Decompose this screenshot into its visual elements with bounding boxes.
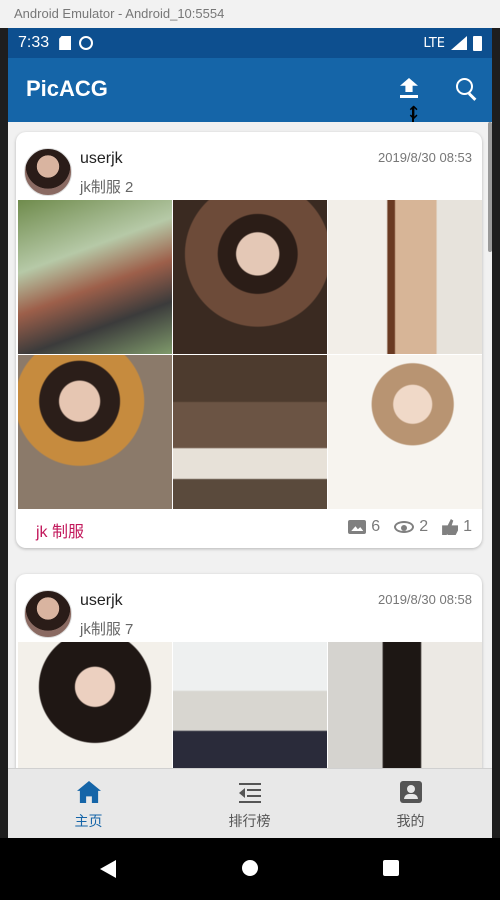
emulator-window-title: Android Emulator - Android_10:5554 xyxy=(0,0,500,28)
post-stats: 6 2 1 xyxy=(348,518,472,536)
sync-icon xyxy=(79,36,94,50)
nav-label: 我的 xyxy=(396,814,425,830)
editor-background-left xyxy=(0,28,8,838)
post-username[interactable]: userjk xyxy=(80,150,123,168)
feed-scrollbar[interactable] xyxy=(488,122,492,252)
post-footer: jk 制服 6 2 1 xyxy=(16,510,482,546)
nav-item-ranking[interactable]: 排行榜 xyxy=(169,769,330,839)
avatar[interactable] xyxy=(24,590,72,638)
post-image[interactable] xyxy=(18,642,172,768)
editor-background-right xyxy=(492,28,500,838)
nav-label: 排行榜 xyxy=(228,814,271,830)
post-image[interactable] xyxy=(328,355,482,509)
nav-label: 主页 xyxy=(74,814,103,830)
post-tag[interactable]: jk 制服 xyxy=(36,518,84,542)
post-time: 2019/8/30 08:58 xyxy=(378,592,472,607)
post-image[interactable] xyxy=(173,355,327,509)
post-feed[interactable]: userjk jk制服 2 2019/8/30 08:53 jk 制服 6 2 … xyxy=(8,122,492,768)
signal-icon xyxy=(451,36,467,50)
like-count: 1 xyxy=(463,518,472,535)
sd-card-icon xyxy=(59,36,72,50)
post-card[interactable]: userjk jk制服 2 2019/8/30 08:53 jk 制服 6 2 … xyxy=(16,132,482,548)
post-time: 2019/8/30 08:53 xyxy=(378,150,472,165)
status-time: 7:33 xyxy=(18,34,50,51)
post-image[interactable] xyxy=(328,200,482,354)
post-image-grid xyxy=(18,642,482,768)
system-navigation-bar xyxy=(0,838,500,900)
recents-icon[interactable] xyxy=(383,860,399,876)
status-bar: 7:33 LTE xyxy=(8,28,492,58)
post-title: jk制服 2 xyxy=(80,179,134,196)
post-username[interactable]: userjk xyxy=(80,592,123,610)
nav-item-home[interactable]: 主页 xyxy=(8,769,169,839)
network-type: LTE xyxy=(423,35,445,51)
app-title: PicACG xyxy=(26,76,108,101)
thumb-up-icon xyxy=(442,519,459,535)
upload-icon-base xyxy=(400,95,418,98)
ranking-icon xyxy=(239,783,261,803)
home-icon xyxy=(77,781,101,803)
upload-icon xyxy=(400,78,418,92)
home-circle-icon[interactable] xyxy=(242,860,258,876)
post-image[interactable] xyxy=(173,200,327,354)
post-image-grid xyxy=(18,200,482,509)
post-image[interactable] xyxy=(173,642,327,768)
post-image[interactable] xyxy=(18,355,172,509)
search-button[interactable] xyxy=(454,76,480,102)
profile-icon xyxy=(400,781,422,803)
eye-icon xyxy=(394,521,415,533)
avatar[interactable] xyxy=(24,148,72,196)
bottom-navigation: 主页 排行榜 我的 xyxy=(8,768,492,838)
image-icon xyxy=(348,520,367,534)
post-image[interactable] xyxy=(18,200,172,354)
upload-button[interactable] xyxy=(396,74,422,104)
post-image[interactable] xyxy=(328,642,482,768)
post-title: jk制服 7 xyxy=(80,621,134,638)
image-count: 6 xyxy=(371,518,381,535)
nav-item-profile[interactable]: 我的 xyxy=(330,769,491,839)
like-button[interactable]: 1 xyxy=(442,518,472,536)
back-icon[interactable] xyxy=(100,860,116,878)
view-count: 2 xyxy=(419,518,429,535)
post-card[interactable]: userjk jk制服 7 2019/8/30 08:58 xyxy=(16,574,482,768)
battery-icon xyxy=(473,35,482,51)
search-icon-handle xyxy=(467,92,477,101)
